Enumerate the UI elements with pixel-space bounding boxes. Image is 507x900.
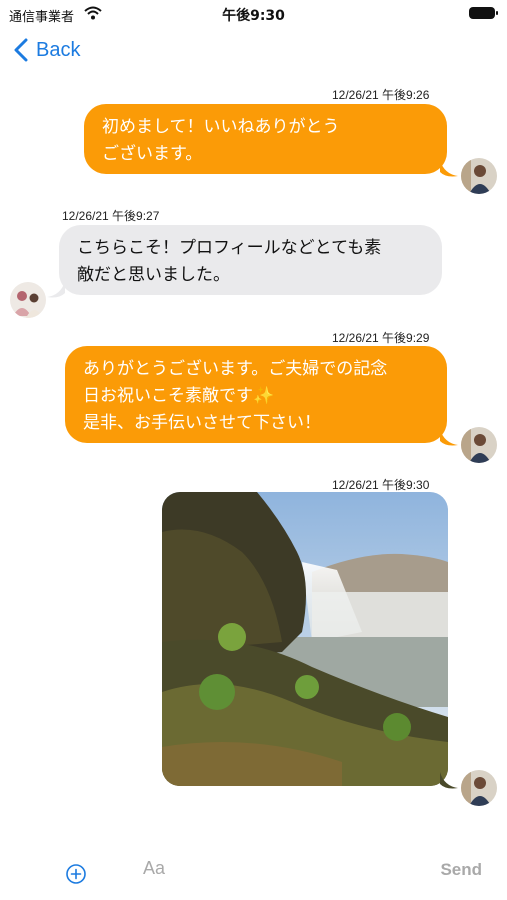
message-timestamp: 12/26/21 午後9:26 [332,88,430,102]
bubble-tail [47,281,65,298]
plus-circle-icon [66,864,86,884]
send-button[interactable]: Send [440,860,482,880]
back-button-label: Back [36,38,81,61]
outgoing-message-bubble[interactable]: ありがとうございます。ご夫婦での記念 日お祝いこそ素敵です✨ 是非、お手伝いさせ… [65,346,447,443]
partner-avatar [10,282,46,318]
incoming-message-bubble[interactable]: こちらこそ！プロフィールなどとても素 敵だと思いました。 [59,225,442,295]
add-attachment-button[interactable] [65,863,87,889]
message-composer: Aa Send [0,850,507,890]
message-input[interactable]: Aa [143,858,165,879]
status-bar: 通信事業者 午後9:30 [0,0,507,28]
status-time: 午後9:30 [222,8,285,24]
back-button[interactable]: Back [14,38,80,62]
user-avatar [461,158,497,194]
message-timestamp: 12/26/21 午後9:29 [332,331,430,345]
user-avatar [461,427,497,463]
bubble-tail [440,160,458,177]
bubble-tail [440,772,458,789]
chevron-left-icon [14,38,28,62]
message-timestamp: 12/26/21 午後9:30 [332,478,430,492]
waterfall-photo-message[interactable] [162,492,448,786]
outgoing-message-bubble[interactable]: 初めまして！いいねありがとう ございます。 [84,104,447,174]
user-avatar [461,770,497,806]
bubble-tail [440,429,458,446]
battery-icon [469,7,498,19]
message-timestamp: 12/26/21 午後9:27 [62,209,160,223]
